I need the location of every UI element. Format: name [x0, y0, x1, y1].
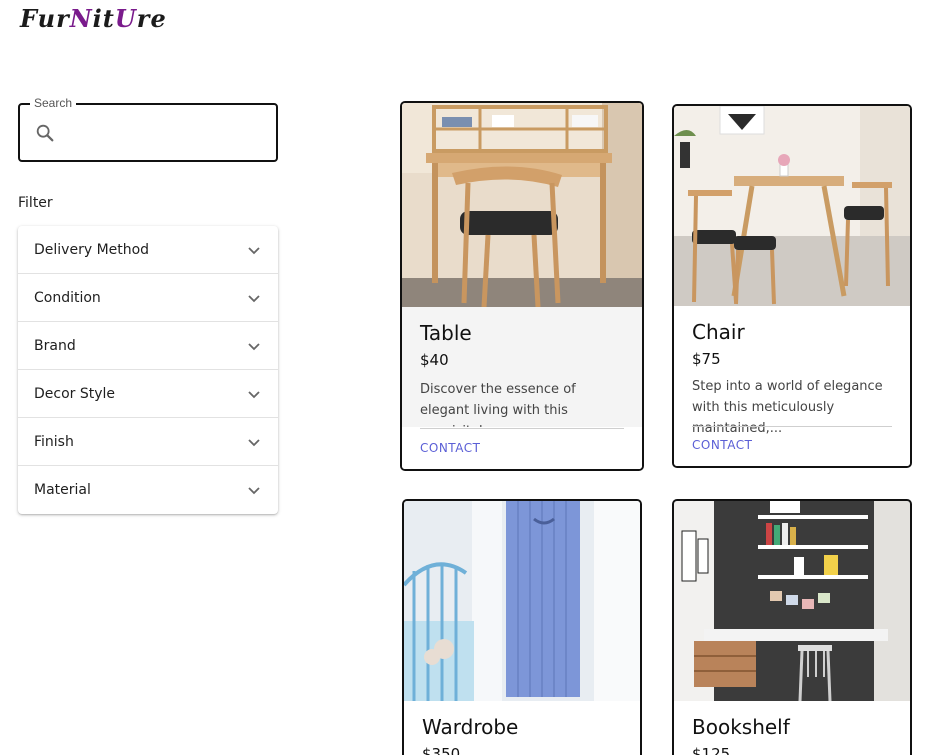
card-body: Wardrobe $350 — [404, 701, 640, 755]
contact-button[interactable]: CONTACT — [692, 438, 752, 452]
product-card-chair[interactable]: Chair $75 Step into a world of elegance … — [672, 104, 912, 468]
filter-heading: Filter — [18, 195, 53, 211]
card-body: Chair $75 Step into a world of elegance … — [674, 306, 910, 466]
product-image-wardrobe — [404, 501, 640, 701]
product-title: Bookshelf — [692, 715, 790, 739]
chevron-down-icon — [248, 342, 260, 350]
filter-item-decor-style[interactable]: Decor Style — [18, 370, 278, 418]
logo-part: re — [136, 4, 167, 33]
chevron-down-icon — [248, 294, 260, 302]
product-price: $125 — [692, 745, 731, 755]
filter-item-label: Material — [34, 482, 91, 498]
filter-item-label: Brand — [34, 337, 76, 354]
filter-item-brand[interactable]: Brand — [18, 322, 278, 370]
product-card-bookshelf[interactable]: Bookshelf $125 — [672, 499, 912, 755]
filter-item-material[interactable]: Material — [18, 466, 278, 514]
contact-button[interactable]: CONTACT — [420, 441, 480, 455]
logo-part: U — [114, 4, 137, 33]
logo-part: it — [92, 4, 115, 33]
chevron-down-icon — [248, 487, 260, 495]
filter-item-label: Decor Style — [34, 385, 116, 402]
product-card-table[interactable]: Table $40 Discover the essence of elegan… — [400, 101, 644, 471]
search-label: Search — [30, 96, 77, 110]
filter-panel: Delivery Method Condition Brand Decor St… — [18, 226, 278, 514]
product-title: Table — [420, 321, 472, 345]
filter-item-condition[interactable]: Condition — [18, 274, 278, 322]
product-title: Chair — [692, 320, 745, 344]
filter-item-label: Finish — [34, 433, 74, 450]
product-description: Step into a world of elegance with this … — [692, 379, 883, 436]
divider — [692, 426, 892, 427]
card-body: Bookshelf $125 — [674, 701, 910, 755]
product-title: Wardrobe — [422, 715, 519, 739]
product-price: $350 — [422, 745, 461, 755]
product-card-wardrobe[interactable]: Wardrobe $350 — [402, 499, 642, 755]
product-image-chair — [674, 106, 910, 306]
product-image-bookshelf — [674, 501, 910, 701]
search-icon — [36, 124, 54, 142]
brand-logo[interactable]: FurNitUre — [20, 4, 167, 33]
chevron-down-icon — [248, 390, 260, 398]
chevron-down-icon — [248, 246, 260, 254]
search-field[interactable]: Search — [18, 96, 278, 162]
logo-part: N — [69, 4, 93, 33]
product-image-table — [402, 103, 642, 307]
filter-item-finish[interactable]: Finish — [18, 418, 278, 466]
product-price: $75 — [692, 350, 721, 368]
divider — [420, 428, 624, 429]
chevron-down-icon — [248, 438, 260, 446]
filter-item-delivery-method[interactable]: Delivery Method — [18, 226, 278, 274]
product-price: $40 — [420, 351, 449, 369]
logo-part: Fur — [20, 4, 70, 33]
search-input[interactable] — [68, 115, 268, 151]
filter-item-label: Condition — [34, 289, 101, 306]
filter-item-label: Delivery Method — [34, 241, 150, 258]
card-body: Table $40 Discover the essence of elegan… — [402, 307, 642, 469]
